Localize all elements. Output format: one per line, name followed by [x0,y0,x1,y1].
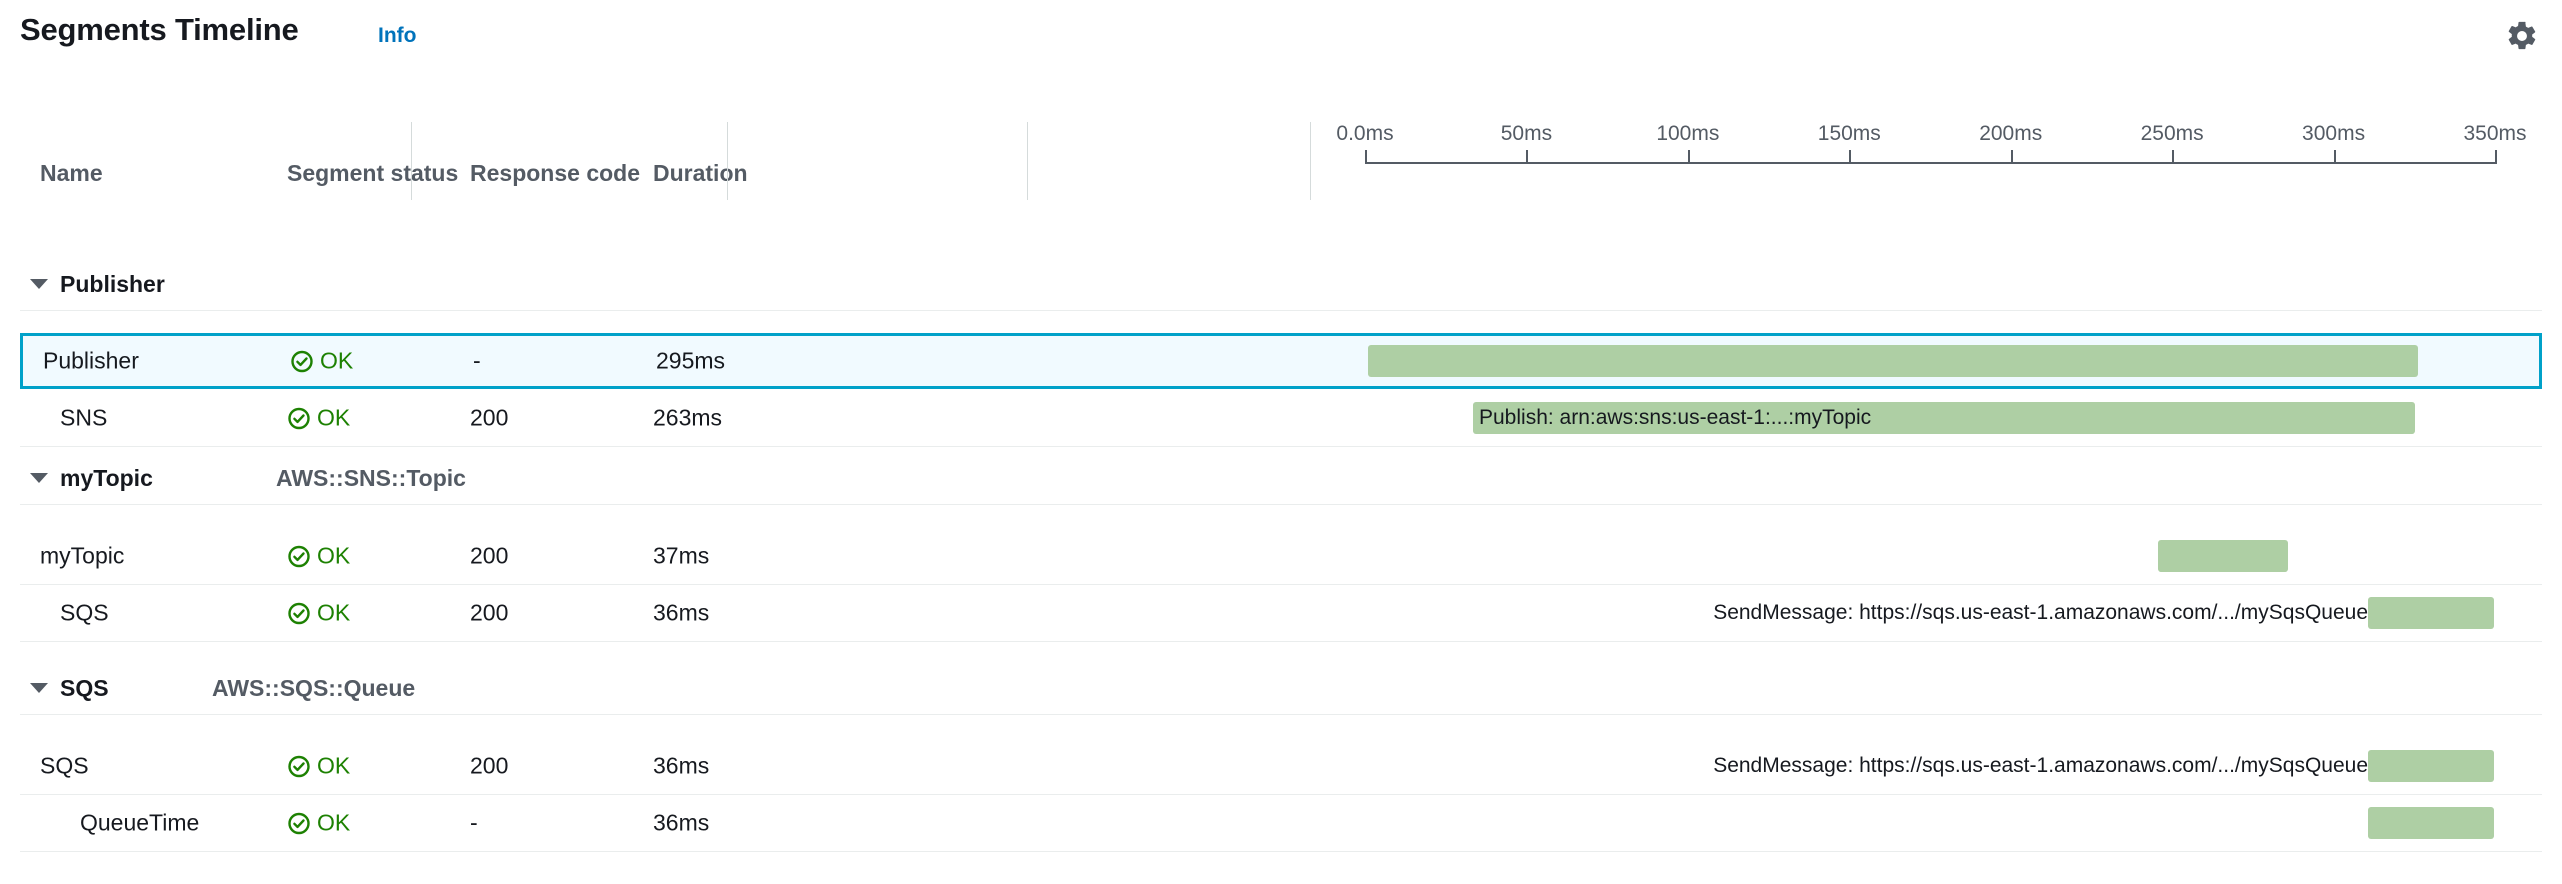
axis-tick [2495,150,2497,164]
row-divider [20,446,2542,447]
table-row[interactable]: myTopic OK 200 37ms [0,528,2562,584]
axis-tick-label: 300ms [2302,122,2365,146]
axis-tick [2172,150,2174,164]
cell-duration: 295ms [656,348,725,375]
table-row[interactable]: SNSOK200263msPublish: arn:aws:sns:us-eas… [0,390,2562,446]
settings-button[interactable] [2504,18,2540,54]
status-badge: OK [320,348,353,375]
page-header: Segments Timeline Info [0,0,2562,70]
timeline-bar[interactable] [2158,540,2288,572]
axis-tick [2011,150,2013,164]
timeline-axis: 0.0ms50ms100ms150ms200ms250ms300ms350ms [1365,122,2495,200]
axis-line [1365,162,2495,164]
row-divider [20,851,2542,852]
cell-response-code: 200 [470,600,508,627]
timeline-bar[interactable] [1368,345,2418,377]
cell-segment-status: OK [287,600,350,627]
status-badge: OK [317,600,350,627]
timeline-bar-label: SendMessage: https://sqs.us-east-1.amazo… [1668,754,2368,778]
row-divider [20,714,2542,715]
cell-duration: 36ms [653,600,709,627]
cell-response-code: - [473,348,481,375]
column-header-name: Name [40,160,103,187]
column-header-duration: Duration [653,160,748,187]
status-ok-icon [287,754,311,778]
row-divider [20,641,2542,642]
axis-tick [1365,150,1367,164]
column-divider [1310,122,1311,200]
cell-name: SQS [60,600,109,627]
status-ok-icon [290,349,314,373]
axis-tick [1688,150,1690,164]
cell-response-code: 200 [470,405,508,432]
row-divider [20,504,2542,505]
axis-tick [1849,150,1851,164]
status-ok-icon [287,811,311,835]
axis-tick [1526,150,1528,164]
cell-duration: 36ms [653,753,709,780]
axis-tick-label: 50ms [1501,122,1552,146]
cell-name: myTopic [40,543,124,570]
cell-response-code: 200 [470,543,508,570]
chevron-down-icon[interactable] [30,473,48,483]
group-row[interactable]: SQS AWS::SQS::Queue [0,662,2562,714]
timeline-bar[interactable] [2368,807,2494,839]
group-row[interactable]: Publisher [0,258,2562,310]
column-divider [727,122,728,200]
axis-tick-label: 200ms [1979,122,2042,146]
status-badge: OK [317,405,350,432]
table-row[interactable]: QueueTime OK - 36ms [0,795,2562,851]
group-name: myTopic [60,465,153,492]
group-resource-type: AWS::SQS::Queue [212,675,415,702]
cell-name: SNS [60,405,107,432]
row-divider [20,310,2542,311]
cell-name: SQS [40,753,89,780]
axis-tick-label: 0.0ms [1336,122,1393,146]
group-name: Publisher [60,271,165,298]
status-badge: OK [317,810,350,837]
axis-tick-label: 250ms [2141,122,2204,146]
timeline-bar-label: SendMessage: https://sqs.us-east-1.amazo… [1668,601,2368,625]
column-divider [1027,122,1028,200]
axis-tick [2334,150,2336,164]
cell-duration: 36ms [653,810,709,837]
group-name: SQS [60,675,109,702]
chevron-down-icon[interactable] [30,683,48,693]
axis-tick-label: 150ms [1818,122,1881,146]
info-link[interactable]: Info [378,24,416,48]
cell-segment-status: OK [287,405,350,432]
column-header-segment-status: Segment status [287,160,458,187]
cell-segment-status: OK [287,543,350,570]
status-badge: OK [317,543,350,570]
gear-icon [2505,19,2539,53]
group-resource-type: AWS::SNS::Topic [276,465,466,492]
status-ok-icon [287,544,311,568]
page-title: Segments Timeline [20,12,299,48]
table-row[interactable]: Publisher OK - 295ms [20,333,2542,389]
status-badge: OK [317,753,350,780]
cell-duration: 37ms [653,543,709,570]
table-row[interactable]: SQS OK 200 36ms SendMessage: https://sqs.us-… [0,585,2562,641]
chevron-down-icon[interactable] [30,279,48,289]
status-ok-icon [287,406,311,430]
group-row[interactable]: myTopic AWS::SNS::Topic [0,452,2562,504]
cell-response-code: - [470,810,478,837]
cell-segment-status: OK [290,348,353,375]
timeline-bar[interactable] [2368,750,2494,782]
timeline-bar[interactable] [2368,597,2494,629]
cell-name: Publisher [43,348,139,375]
status-ok-icon [287,601,311,625]
axis-tick-label: 350ms [2463,122,2526,146]
cell-segment-status: OK [287,753,350,780]
cell-duration: 263ms [653,405,722,432]
timeline-bar[interactable] [1473,402,2415,434]
cell-segment-status: OK [287,810,350,837]
cell-response-code: 200 [470,753,508,780]
table-row[interactable]: SQS OK 200 36ms SendMessage: https://sqs.us-… [0,738,2562,794]
axis-tick-label: 100ms [1656,122,1719,146]
column-divider [411,122,412,200]
cell-name: QueueTime [80,810,199,837]
column-header-response-code: Response code [470,160,640,187]
